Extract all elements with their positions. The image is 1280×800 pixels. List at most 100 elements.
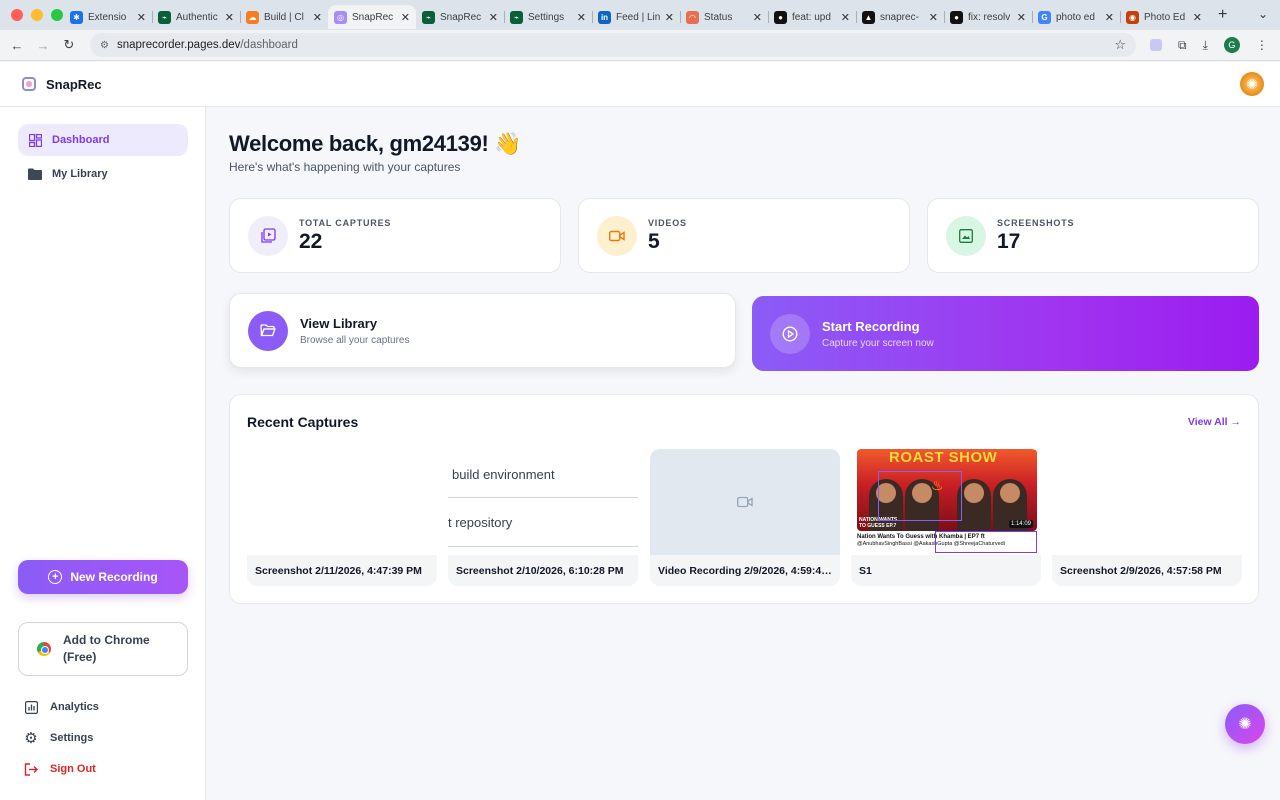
browser-tab[interactable]: Gphoto ed ✕ bbox=[1032, 5, 1120, 29]
tab-search-icon[interactable]: ⌄ bbox=[1258, 7, 1268, 21]
browser-tab[interactable]: ◎ SnapRec ✕ bbox=[328, 5, 416, 29]
browser-tab[interactable]: ⌁ Settings ✕ bbox=[504, 5, 592, 29]
sidebar-item-label: Dashboard bbox=[52, 134, 110, 146]
close-tab-icon[interactable]: ✕ bbox=[1193, 11, 1202, 24]
browser-tab[interactable]: ⌁ Authentic ✕ bbox=[152, 5, 240, 29]
close-tab-icon[interactable]: ✕ bbox=[313, 11, 322, 24]
sidebar-item-settings[interactable]: ⚙ Settings bbox=[24, 730, 94, 747]
selection-box bbox=[878, 471, 962, 521]
browser-tab[interactable]: ▲ snaprec- ✕ bbox=[856, 5, 944, 29]
start-recording-title: Start Recording bbox=[822, 318, 920, 334]
close-tab-icon[interactable]: ✕ bbox=[841, 11, 850, 24]
minimize-window-button[interactable] bbox=[31, 9, 43, 21]
code-icon: ⌁ bbox=[158, 10, 171, 24]
add-to-chrome-label: Add to Chrome (Free) bbox=[63, 633, 150, 664]
capture-title: Screenshot 2/11/2026, 4:47:39 PM bbox=[255, 565, 422, 577]
address-bar[interactable]: ⚙ snaprecorder.pages.dev/dashboard ☆ bbox=[90, 33, 1136, 57]
sign-out-button[interactable]: Sign Out bbox=[24, 762, 96, 776]
close-tab-icon[interactable]: ✕ bbox=[401, 11, 410, 24]
extensions-puzzle-icon[interactable]: ⧉ bbox=[1178, 38, 1187, 53]
close-tab-icon[interactable]: ✕ bbox=[225, 11, 234, 24]
app-header: SnapRec ✺ bbox=[0, 62, 1280, 107]
stat-label: TOTAL CAPTURES bbox=[299, 217, 392, 228]
stat-card-total-captures: TOTAL CAPTURES 22 bbox=[229, 198, 561, 273]
browser-tab-title: snaprec- bbox=[880, 11, 919, 23]
floating-action-button[interactable]: ✺ bbox=[1225, 704, 1265, 744]
close-tab-icon[interactable]: ✕ bbox=[1017, 11, 1026, 24]
extension-snaprec-icon[interactable] bbox=[1150, 39, 1162, 51]
add-to-chrome-button[interactable]: Add to Chrome (Free) bbox=[18, 622, 188, 676]
capture-title: Screenshot 2/9/2026, 4:57:58 PM bbox=[1060, 565, 1222, 577]
maximize-window-button[interactable] bbox=[51, 9, 63, 21]
view-library-card[interactable]: View Library Browse all your captures bbox=[229, 293, 736, 368]
sidebar-item-analytics[interactable]: Analytics bbox=[24, 700, 99, 714]
close-tab-icon[interactable]: ✕ bbox=[665, 11, 674, 24]
capture-thumbnail bbox=[1052, 449, 1242, 555]
browser-tab[interactable]: ◉ Photo Ed ✕ bbox=[1120, 5, 1208, 29]
stat-card-videos: VIDEOS 5 bbox=[578, 198, 910, 273]
view-all-link[interactable]: View All → bbox=[1188, 416, 1241, 428]
capture-card[interactable]: Video Recording 2/9/2026, 4:59:41 PM bbox=[650, 449, 840, 586]
capture-card[interactable]: ROAST SHOW ♨ NATION WANTS TO GUESS EP.7 … bbox=[851, 449, 1041, 586]
sidebar-item-my-library[interactable]: My Library bbox=[18, 158, 188, 190]
close-tab-icon[interactable]: ✕ bbox=[753, 11, 762, 24]
play-circle-icon bbox=[770, 313, 810, 354]
cloud-icon: ☁ bbox=[246, 10, 259, 24]
user-avatar[interactable]: ✺ bbox=[1240, 72, 1264, 96]
video-camera-icon bbox=[597, 215, 637, 256]
browser-tab[interactable]: ● fix: resolv ✕ bbox=[944, 5, 1032, 29]
puzzle-icon: ✱ bbox=[70, 10, 83, 24]
browser-tab[interactable]: in Feed | Lin ✕ bbox=[592, 5, 680, 29]
close-tab-icon[interactable]: ✕ bbox=[489, 11, 498, 24]
close-tab-icon[interactable]: ✕ bbox=[137, 11, 146, 24]
analytics-chart-icon bbox=[24, 700, 38, 714]
thumbnail-text: build environment bbox=[452, 467, 555, 482]
forward-button[interactable]: → bbox=[30, 38, 56, 53]
github-icon: ● bbox=[774, 10, 787, 24]
page-subtitle: Here's what's happening with your captur… bbox=[229, 160, 461, 174]
profile-avatar[interactable]: G bbox=[1223, 37, 1240, 53]
browser-tab[interactable]: ✱ Extensio ✕ bbox=[64, 5, 152, 29]
capture-thumbnail bbox=[650, 449, 840, 555]
github-icon: ● bbox=[950, 10, 963, 24]
new-tab-button[interactable]: + bbox=[1218, 6, 1227, 24]
site-info-icon[interactable]: ⚙ bbox=[100, 40, 109, 51]
sidebar-item-label: Analytics bbox=[50, 701, 99, 713]
folder-icon bbox=[28, 167, 42, 181]
reload-button[interactable]: ↻ bbox=[56, 37, 82, 53]
window-controls bbox=[0, 9, 64, 21]
browser-tab-title: fix: resolv bbox=[968, 11, 1011, 23]
close-tab-icon[interactable]: ✕ bbox=[577, 11, 586, 24]
sidebar-item-dashboard[interactable]: Dashboard bbox=[18, 124, 188, 156]
capture-thumbnail bbox=[247, 449, 437, 555]
bookmark-star-icon[interactable]: ☆ bbox=[1114, 37, 1126, 53]
browser-tab[interactable]: ☁ Build | Cl ✕ bbox=[240, 5, 328, 29]
close-tab-icon[interactable]: ✕ bbox=[1105, 11, 1114, 24]
download-icon[interactable]: ⤓ bbox=[1203, 38, 1208, 53]
capture-title: Screenshot 2/10/2026, 6:10:28 PM bbox=[456, 565, 624, 577]
browser-tab[interactable]: ◠ Status ✕ bbox=[680, 5, 768, 29]
back-button[interactable]: ← bbox=[4, 38, 30, 53]
capture-card[interactable]: Screenshot 2/11/2026, 4:47:39 PM bbox=[247, 449, 437, 586]
browser-tab[interactable]: ● feat: upd ✕ bbox=[768, 5, 856, 29]
browser-tab[interactable]: ⌁ SnapRec ✕ bbox=[416, 5, 504, 29]
close-window-button[interactable] bbox=[11, 9, 23, 21]
sidebar-item-label: Settings bbox=[50, 732, 94, 744]
app-logo[interactable]: SnapRec bbox=[22, 77, 102, 92]
stat-label: VIDEOS bbox=[648, 217, 687, 228]
thumbnail-divider bbox=[448, 546, 638, 547]
stat-label: SCREENSHOTS bbox=[997, 217, 1075, 228]
browser-menu-icon[interactable]: ⋮ bbox=[1256, 38, 1268, 52]
photo-icon: ◉ bbox=[1126, 10, 1139, 24]
rainbow-icon: ◠ bbox=[686, 10, 699, 24]
capture-card[interactable]: build environment t repository Screensho… bbox=[448, 449, 638, 586]
image-icon bbox=[946, 215, 986, 256]
folder-open-icon bbox=[248, 310, 288, 351]
capture-title: Video Recording 2/9/2026, 4:59:41 PM bbox=[658, 565, 836, 577]
browser-tab-title: SnapRec bbox=[440, 11, 482, 23]
capture-card[interactable]: Screenshot 2/9/2026, 4:57:58 PM bbox=[1052, 449, 1242, 586]
new-recording-button[interactable]: + New Recording bbox=[18, 560, 188, 594]
close-tab-icon[interactable]: ✕ bbox=[929, 11, 938, 24]
start-recording-card[interactable]: Start Recording Capture your screen now bbox=[752, 296, 1259, 371]
browser-tab-title: Authentic bbox=[176, 11, 218, 23]
